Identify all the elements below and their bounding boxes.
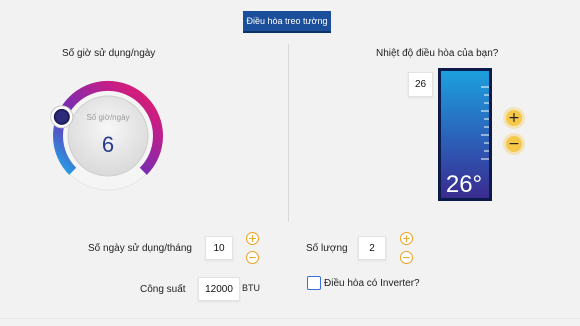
bottom-rule (0, 318, 580, 319)
thermometer: 26° (438, 68, 492, 201)
days-value-box[interactable]: 10 (205, 236, 233, 260)
power-unit: BTU (242, 283, 260, 293)
temperature-value-box[interactable]: 26 (408, 72, 433, 97)
days-increase-button[interactable]: + (246, 232, 259, 245)
dial-knob[interactable] (50, 105, 74, 129)
quantity-increase-button[interactable]: + (400, 232, 413, 245)
tab-wall-ac[interactable]: Điều hòa treo tường (243, 11, 331, 33)
power-value-box[interactable]: 12000 (198, 277, 240, 301)
temperature-increase-button[interactable]: + (506, 110, 522, 126)
quantity-decrease-button[interactable]: − (400, 251, 413, 264)
temperature-decrease-button[interactable]: − (506, 136, 522, 152)
power-label: Công suất (140, 284, 186, 295)
temperature-title: Nhiệt độ điều hòa của bạn? (376, 48, 499, 59)
hours-title: Số giờ sử dụng/ngày (62, 48, 156, 59)
section-divider (288, 44, 289, 222)
hours-dial[interactable]: Số giờ/ngày 6 (50, 78, 166, 194)
thermometer-display: 26° (446, 171, 482, 198)
quantity-label: Số lượng (306, 243, 348, 254)
inverter-checkbox[interactable] (307, 276, 321, 290)
dial-value: 6 (102, 132, 114, 157)
days-decrease-button[interactable]: − (246, 251, 259, 264)
inverter-label[interactable]: Điều hòa có Inverter? (324, 278, 420, 289)
days-label: Số ngày sử dụng/tháng (88, 243, 192, 254)
dial-inner-label: Số giờ/ngày (86, 113, 129, 122)
quantity-value-box[interactable]: 2 (358, 236, 386, 260)
